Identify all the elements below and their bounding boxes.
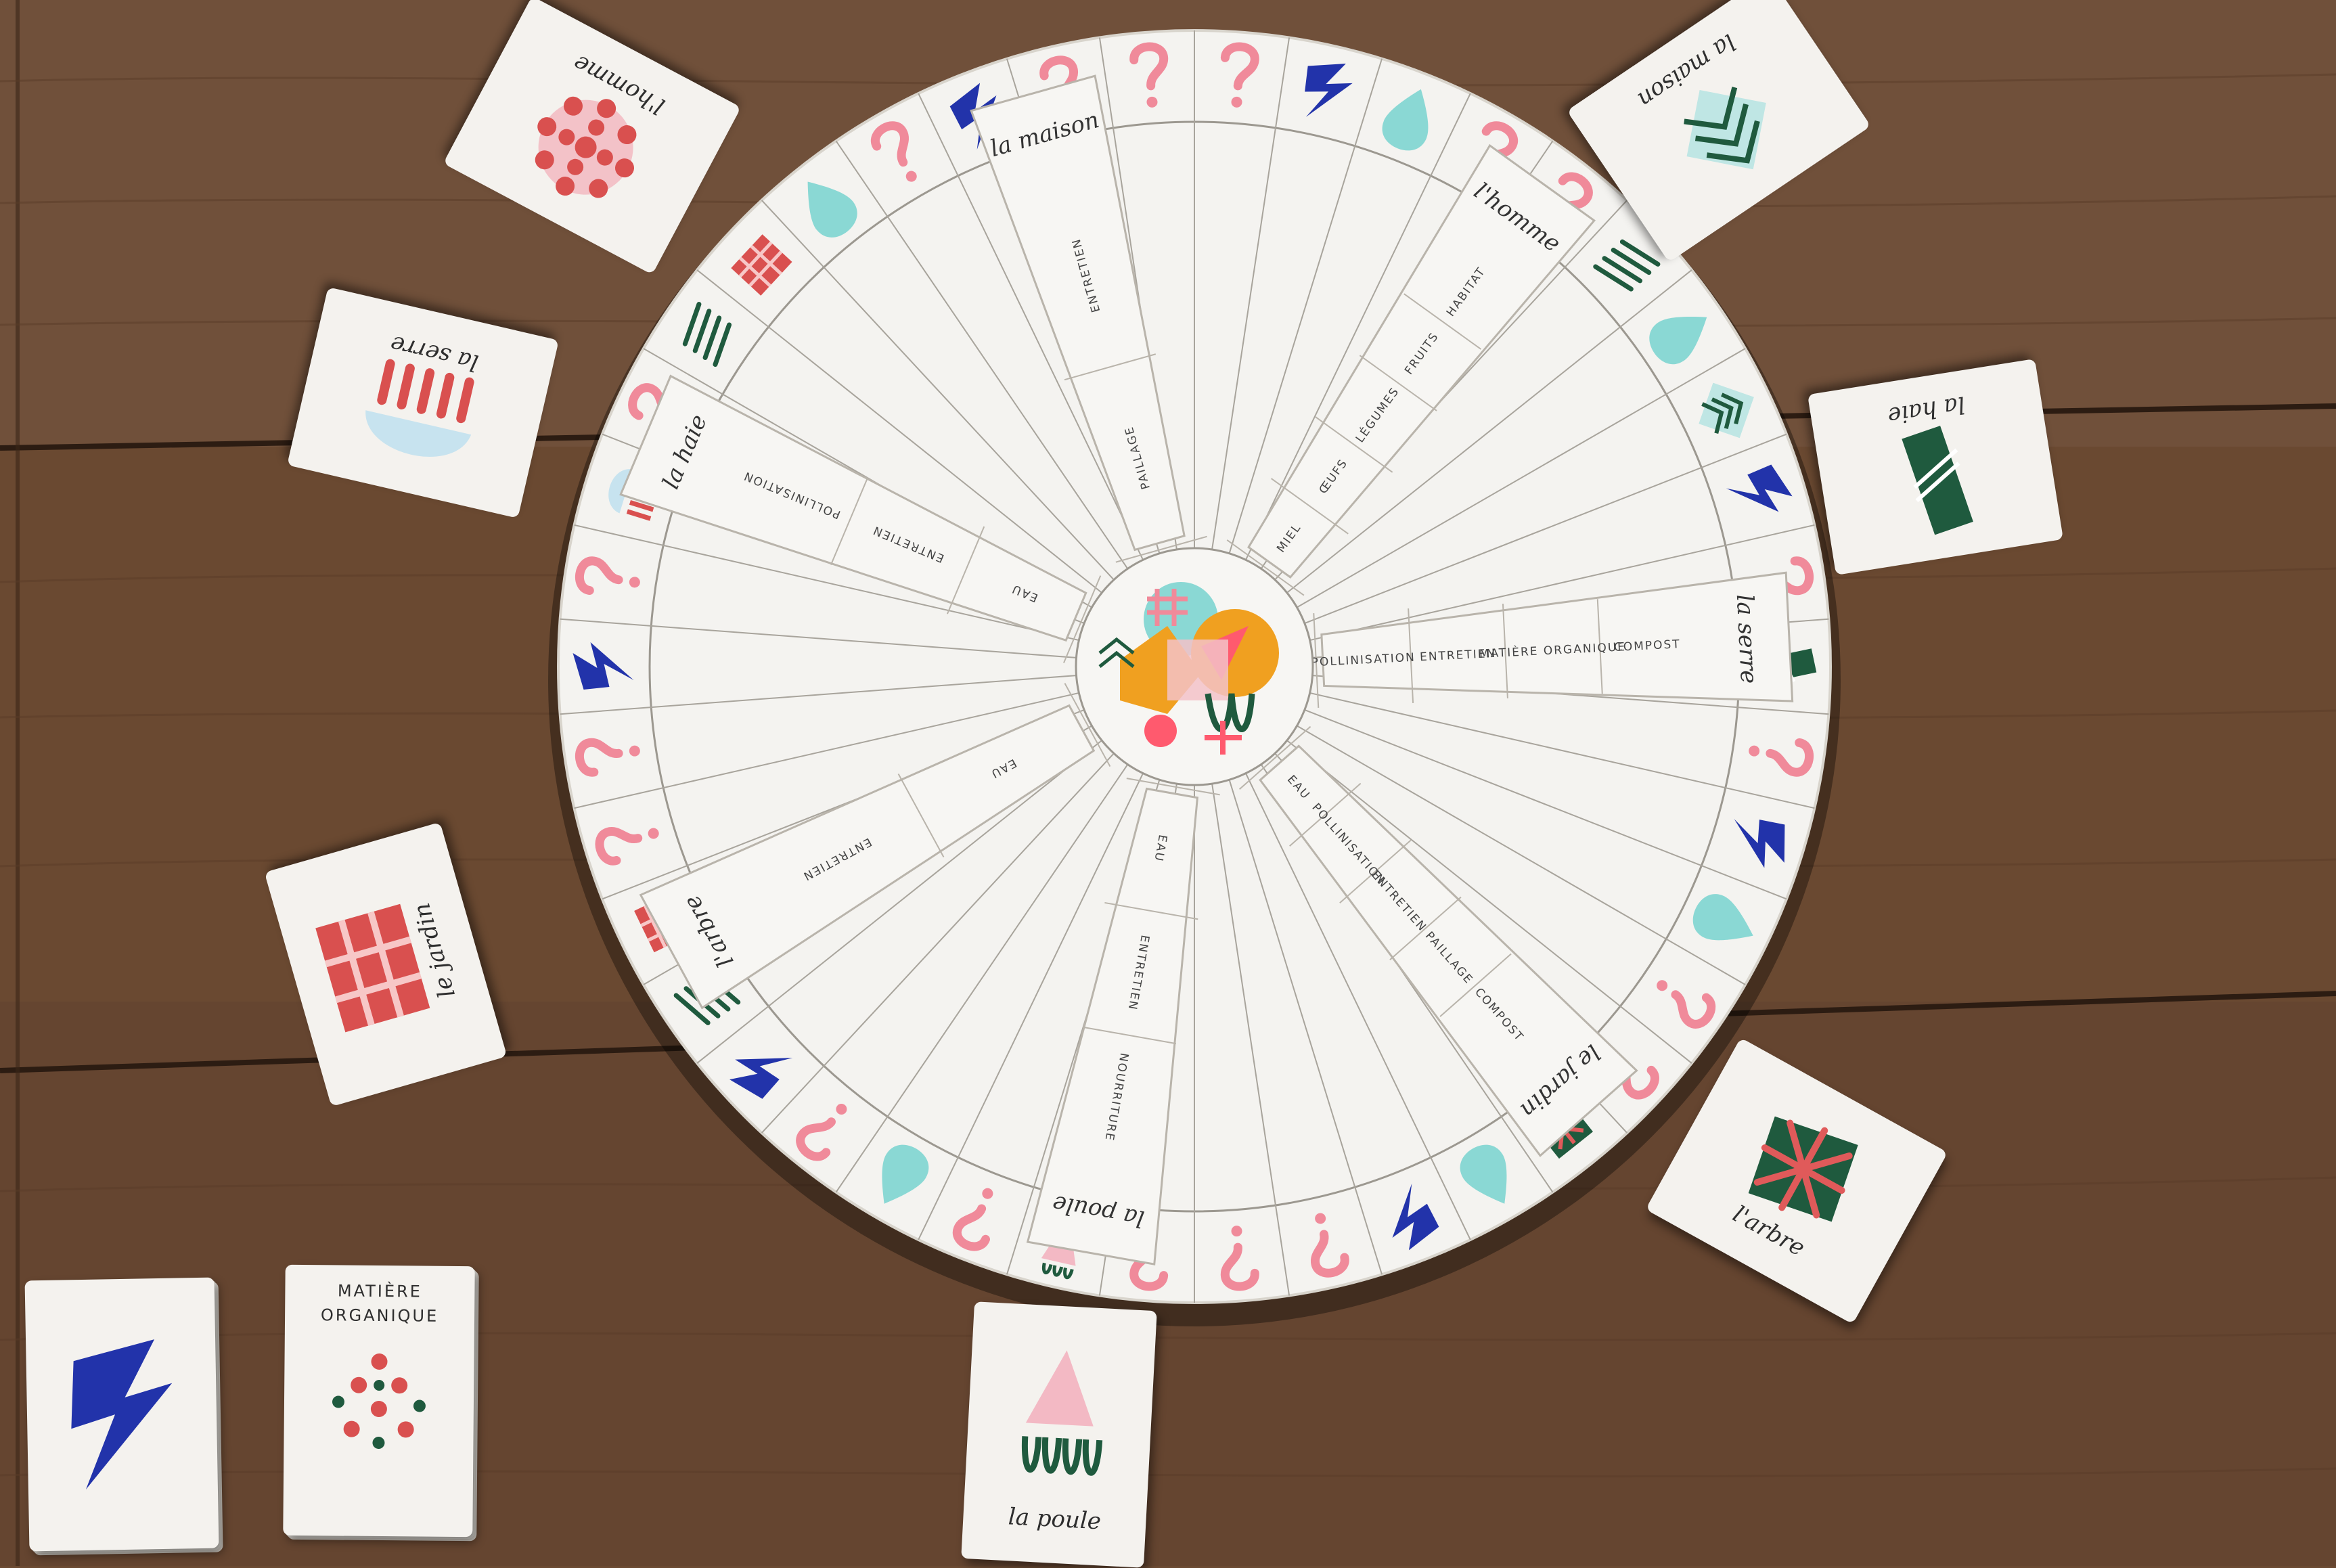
organic-matter-dots-icon [332,1353,426,1449]
card-label: la poule [1007,1503,1102,1536]
emblem-shape [1167,640,1228,700]
emblem-shape [1144,715,1177,747]
lightning-icon [71,1339,173,1489]
sector-label: la serre [1731,593,1763,684]
deck-matiere-organique[interactable]: MATIÈRE ORGANIQUE [283,1264,475,1538]
center-emblem [1075,547,1314,786]
hedge-icon [1902,426,1973,535]
card-poule[interactable]: la poule [961,1301,1157,1568]
card-haie[interactable]: la haie [1807,359,2064,575]
hen-icon [1021,1350,1103,1476]
deck-event-cards[interactable] [24,1277,219,1552]
card-label: MATIÈRE ORGANIQUE [320,1281,439,1326]
